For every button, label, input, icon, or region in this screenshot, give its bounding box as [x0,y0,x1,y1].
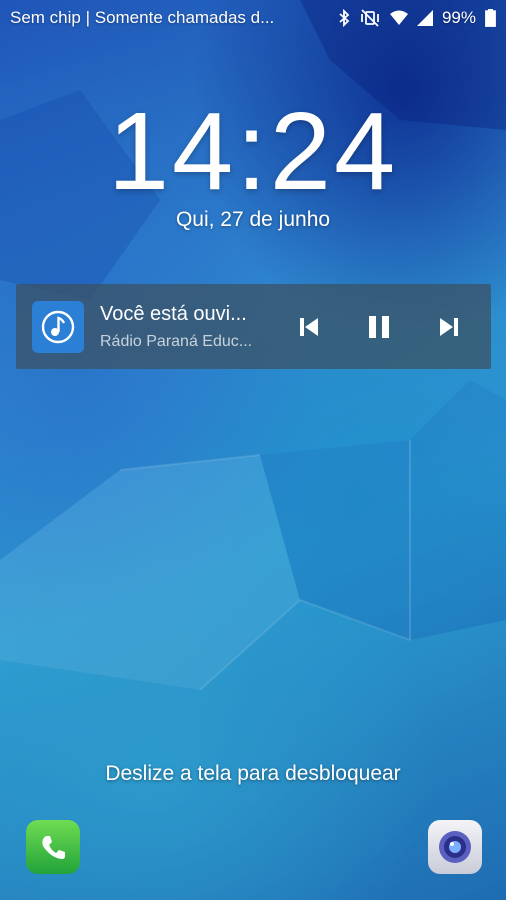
bluetooth-icon [338,9,350,27]
pause-button[interactable] [364,312,394,342]
wifi-icon [389,10,408,26]
phone-shortcut[interactable] [26,820,80,874]
next-button[interactable] [434,312,464,342]
clock-minutes: 24 [269,90,399,213]
carrier-status-text: Sem chip | Somente chamadas d... [10,8,275,27]
media-controls [294,312,464,342]
media-text: Você está ouvi... Rádio Paraná Educ... [100,303,270,351]
unlock-hint: Deslize a tela para desbloquear [105,762,401,785]
status-icons: 99% [338,8,496,28]
camera-icon [439,831,471,863]
vibrate-mute-icon [359,9,381,27]
music-note-icon[interactable] [32,300,84,353]
pause-icon [369,315,389,338]
media-notification[interactable]: Você está ouvi... Rádio Paraná Educ... [16,284,491,369]
battery-percent: 99% [441,8,476,27]
media-title: Você está ouvi... [100,302,247,325]
phone-icon [42,836,65,859]
previous-button[interactable] [294,312,324,342]
previous-icon [300,317,318,336]
next-icon [440,317,458,336]
lock-date: Qui, 27 de junho [175,208,331,231]
media-subtitle: Rádio Paraná Educ... [100,332,253,350]
lock-clock: 14:24 [0,88,506,215]
clock-separator: : [236,90,270,213]
battery-icon [485,9,496,27]
clock-hours: 14 [107,90,237,213]
camera-shortcut[interactable] [428,820,482,874]
status-bar: Sem chip | Somente chamadas d... 99% [0,0,506,36]
signal-icon [416,10,433,26]
